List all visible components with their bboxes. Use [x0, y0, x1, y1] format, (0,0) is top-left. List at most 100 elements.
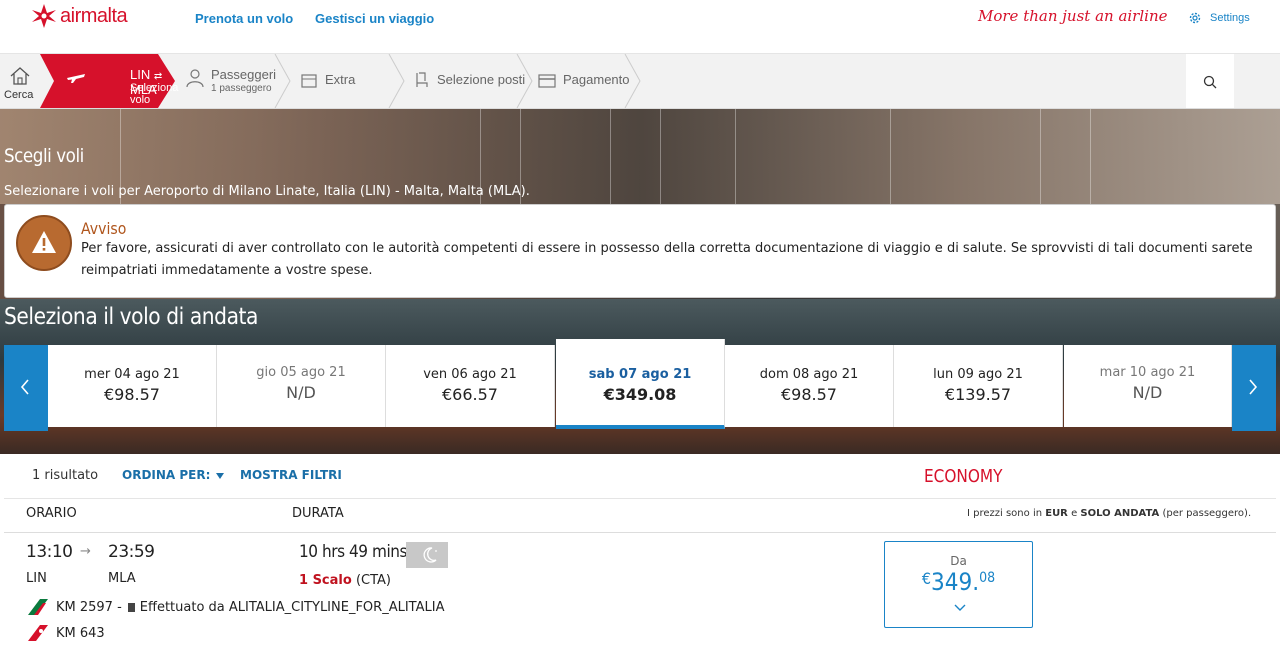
step-payment-label: Pagamento	[563, 72, 630, 87]
arrival-airport: MLA	[108, 571, 136, 586]
date-price: €66.57	[442, 385, 498, 404]
date-price: €139.57	[944, 385, 1012, 404]
fare-integer: 349.	[931, 568, 980, 596]
route-from: LIN	[130, 67, 151, 82]
fare-decimals: 08	[979, 570, 996, 586]
date-label: dom 08 ago 21	[759, 367, 859, 382]
date-label: sab 07 ago 21	[588, 367, 692, 382]
date-option[interactable]: mer 04 ago 21 €98.57	[48, 345, 217, 427]
date-option[interactable]: ven 06 ago 21 €66.57	[386, 345, 555, 427]
step-extra[interactable]: Extra	[300, 54, 390, 108]
chevron-left-icon	[20, 379, 29, 395]
home-icon	[10, 67, 30, 85]
step-payment[interactable]: Pagamento	[536, 54, 636, 108]
document-icon	[127, 602, 135, 612]
flight-number: KM 2597 -	[56, 599, 122, 615]
date-carousel: mer 04 ago 21 €98.57 gio 05 ago 21 N/D v…	[4, 339, 1276, 431]
date-option[interactable]: dom 08 ago 21 €98.57	[725, 345, 894, 427]
date-price: N/D	[1132, 383, 1163, 402]
outbound-title: Seleziona il volo di andata	[4, 304, 259, 330]
divider	[4, 532, 1276, 533]
date-option[interactable]: lun 09 ago 21 €139.57	[894, 345, 1063, 427]
airmalta-tail-icon	[28, 625, 48, 641]
settings-label: Settings	[1210, 12, 1250, 24]
warning-text: Per favore, assicurati di aver controlla…	[81, 241, 1253, 278]
alitalia-tail-icon	[28, 599, 48, 615]
sort-dropdown[interactable]: ORDINA PER:	[122, 468, 225, 482]
step-separator	[624, 54, 641, 108]
settings-button[interactable]: Settings	[1188, 11, 1250, 25]
cabin-class-header: ECONOMY	[924, 466, 1003, 487]
date-option[interactable]: gio 05 ago 21 N/D	[217, 345, 386, 427]
night-flight-icon	[406, 542, 448, 568]
maltese-cross-icon	[32, 4, 56, 28]
route-swap-icon: ⇄	[153, 71, 163, 82]
step-seat-label: Selezione posti	[437, 72, 526, 87]
search-button[interactable]	[1186, 54, 1234, 108]
tagline: More than just an airline	[978, 7, 1168, 25]
booking-steps: Cerca LIN ⇄ MLA Seleziona volo Passegger…	[0, 54, 1280, 109]
fare-currency: €	[921, 569, 932, 588]
flight-number: KM 643	[56, 625, 105, 641]
date-label: mar 10 ago 21	[1099, 365, 1196, 380]
next-dates-button[interactable]	[1232, 345, 1276, 431]
date-label: mer 04 ago 21	[84, 367, 180, 382]
price-note-type: SOLO ANDATA	[1080, 508, 1160, 519]
nav-manage-trip[interactable]: Gestisci un viaggio	[315, 11, 434, 26]
fare-price: €349.08	[892, 568, 1024, 596]
stops-count: 1 Scalo	[299, 573, 352, 588]
nav-book-flight[interactable]: Prenota un volo	[195, 11, 293, 26]
results-panel: 1 risultato ORDINA PER: MOSTRA FILTRI EC…	[4, 454, 1276, 650]
active-step-label: Seleziona volo	[130, 82, 179, 106]
seat-icon	[416, 72, 428, 87]
warning-icon	[16, 215, 72, 271]
date-label: lun 09 ago 21	[933, 367, 1023, 382]
arrival-time: 23:59	[108, 542, 155, 562]
date-price: €349.08	[603, 385, 677, 404]
economy-fare-button[interactable]: Da €349.08	[884, 541, 1033, 628]
date-price: €98.57	[781, 385, 837, 404]
date-option-selected[interactable]: sab 07 ago 21 €349.08	[556, 339, 725, 429]
flight-leg: KM 643	[26, 624, 105, 642]
price-note-text: I prezzi sono in	[967, 508, 1046, 519]
fare-from-label: Da	[950, 554, 967, 568]
page-subtitle: Selezionare i voli per Aeroporto di Mila…	[4, 184, 530, 199]
top-header: airmalta Prenota un volo Gestisci un via…	[0, 0, 1280, 54]
stop-airport: (CTA)	[355, 573, 391, 588]
sort-label: ORDINA PER:	[122, 468, 211, 482]
prev-dates-button[interactable]	[4, 345, 48, 431]
date-label: gio 05 ago 21	[256, 365, 346, 380]
step-passengers[interactable]: Passeggeri 1 passeggero	[180, 54, 280, 108]
departure-time: 13:10	[26, 542, 73, 562]
step-separator	[388, 54, 405, 108]
gear-icon	[1189, 12, 1201, 24]
column-duration: DURATA	[292, 506, 344, 521]
step-select-flight[interactable]: LIN ⇄ MLA Seleziona volo	[40, 54, 179, 108]
step-extra-label: Extra	[325, 72, 356, 87]
stops-info[interactable]: 1 Scalo (CTA)	[299, 573, 391, 588]
page-title: Scegli voli	[4, 145, 84, 167]
show-filters-button[interactable]: MOSTRA FILTRI	[240, 468, 342, 482]
step-passengers-label: Passeggeri	[211, 67, 277, 82]
price-note-text: e	[1067, 508, 1081, 519]
brand-name: airmalta	[60, 4, 128, 27]
arrow-right-icon: →	[80, 544, 91, 559]
divider	[4, 498, 1276, 499]
date-option[interactable]: mar 10 ago 21 N/D	[1064, 345, 1232, 427]
departure-airport: LIN	[26, 571, 47, 586]
flight-duration: 10 hrs 49 mins	[299, 542, 408, 562]
person-icon	[186, 69, 204, 88]
flight-leg: KM 2597 - Effettuato da ALITALIA_CITYLIN…	[26, 598, 444, 616]
price-note-currency: EUR	[1045, 508, 1068, 519]
step-separator	[274, 54, 291, 108]
home-label: Cerca	[4, 89, 34, 101]
date-label: ven 06 ago 21	[423, 367, 517, 382]
step-home[interactable]: Cerca	[0, 54, 40, 108]
luggage-icon	[301, 74, 317, 88]
step-passengers-sub: 1 passeggero	[211, 83, 272, 94]
warning-title: Avviso	[81, 219, 127, 238]
column-time: ORARIO	[26, 506, 77, 521]
chevron-down-icon	[954, 604, 966, 611]
airmalta-logo[interactable]: airmalta	[30, 2, 128, 30]
plane-icon	[67, 74, 85, 83]
